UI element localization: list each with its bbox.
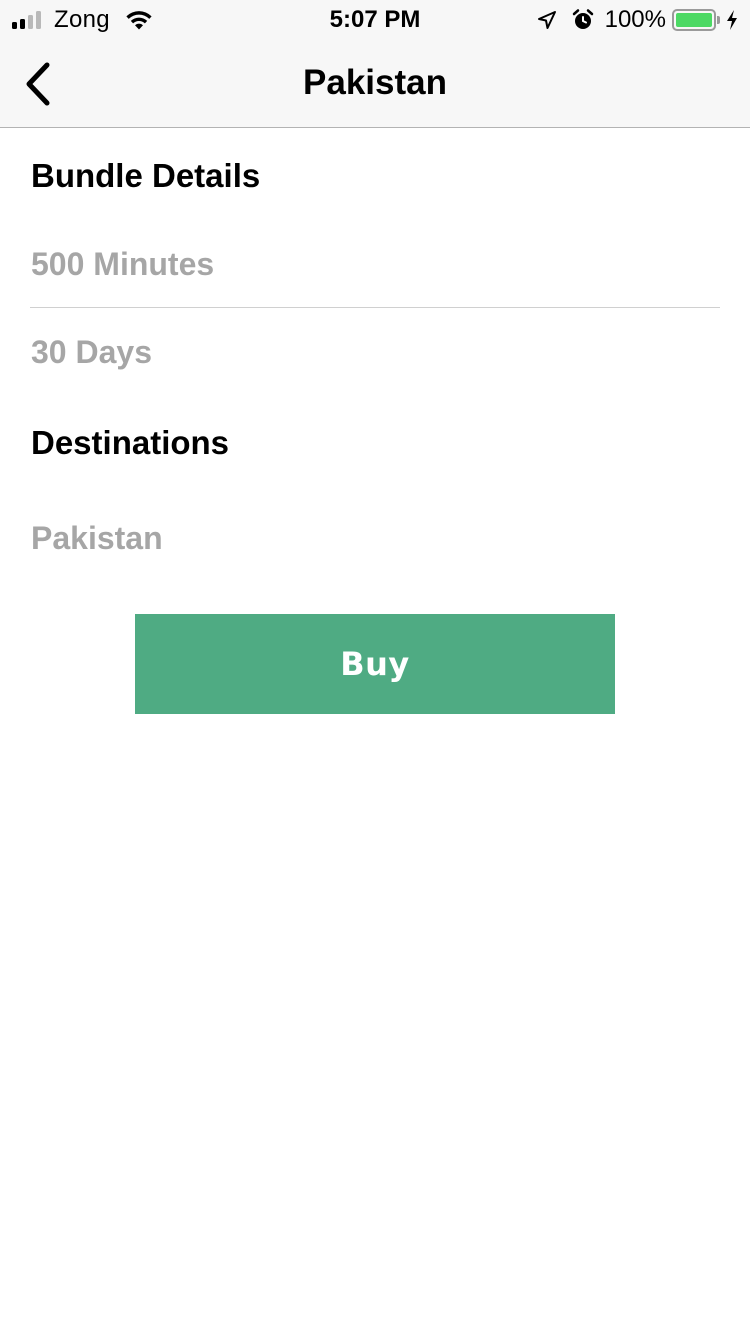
battery-percent: 100% xyxy=(604,6,666,33)
divider xyxy=(30,307,720,308)
status-right: 100% xyxy=(537,6,738,34)
alarm-icon xyxy=(572,9,593,29)
navigation-bar: Pakistan xyxy=(0,40,750,128)
destination-item: Pakistan xyxy=(31,520,163,556)
location-arrow-icon xyxy=(537,11,556,29)
bundle-minutes: 500 Minutes xyxy=(31,246,215,282)
battery-level-fill xyxy=(676,13,712,27)
bundle-details-header: Bundle Details xyxy=(31,157,261,194)
bundle-validity: 30 Days xyxy=(31,334,152,370)
destinations-header: Destinations xyxy=(31,424,230,461)
battery-icon xyxy=(672,9,716,31)
page-title: Pakistan xyxy=(303,63,447,102)
bundle-detail-screen: Zong 5:07 PM 100% Pakistan Bundle Detail… xyxy=(0,0,750,1334)
buy-button[interactable]: Buy xyxy=(135,614,615,714)
status-bar: Zong 5:07 PM 100% xyxy=(0,0,750,40)
charging-bolt-icon xyxy=(727,10,737,30)
battery-cap xyxy=(717,16,720,24)
